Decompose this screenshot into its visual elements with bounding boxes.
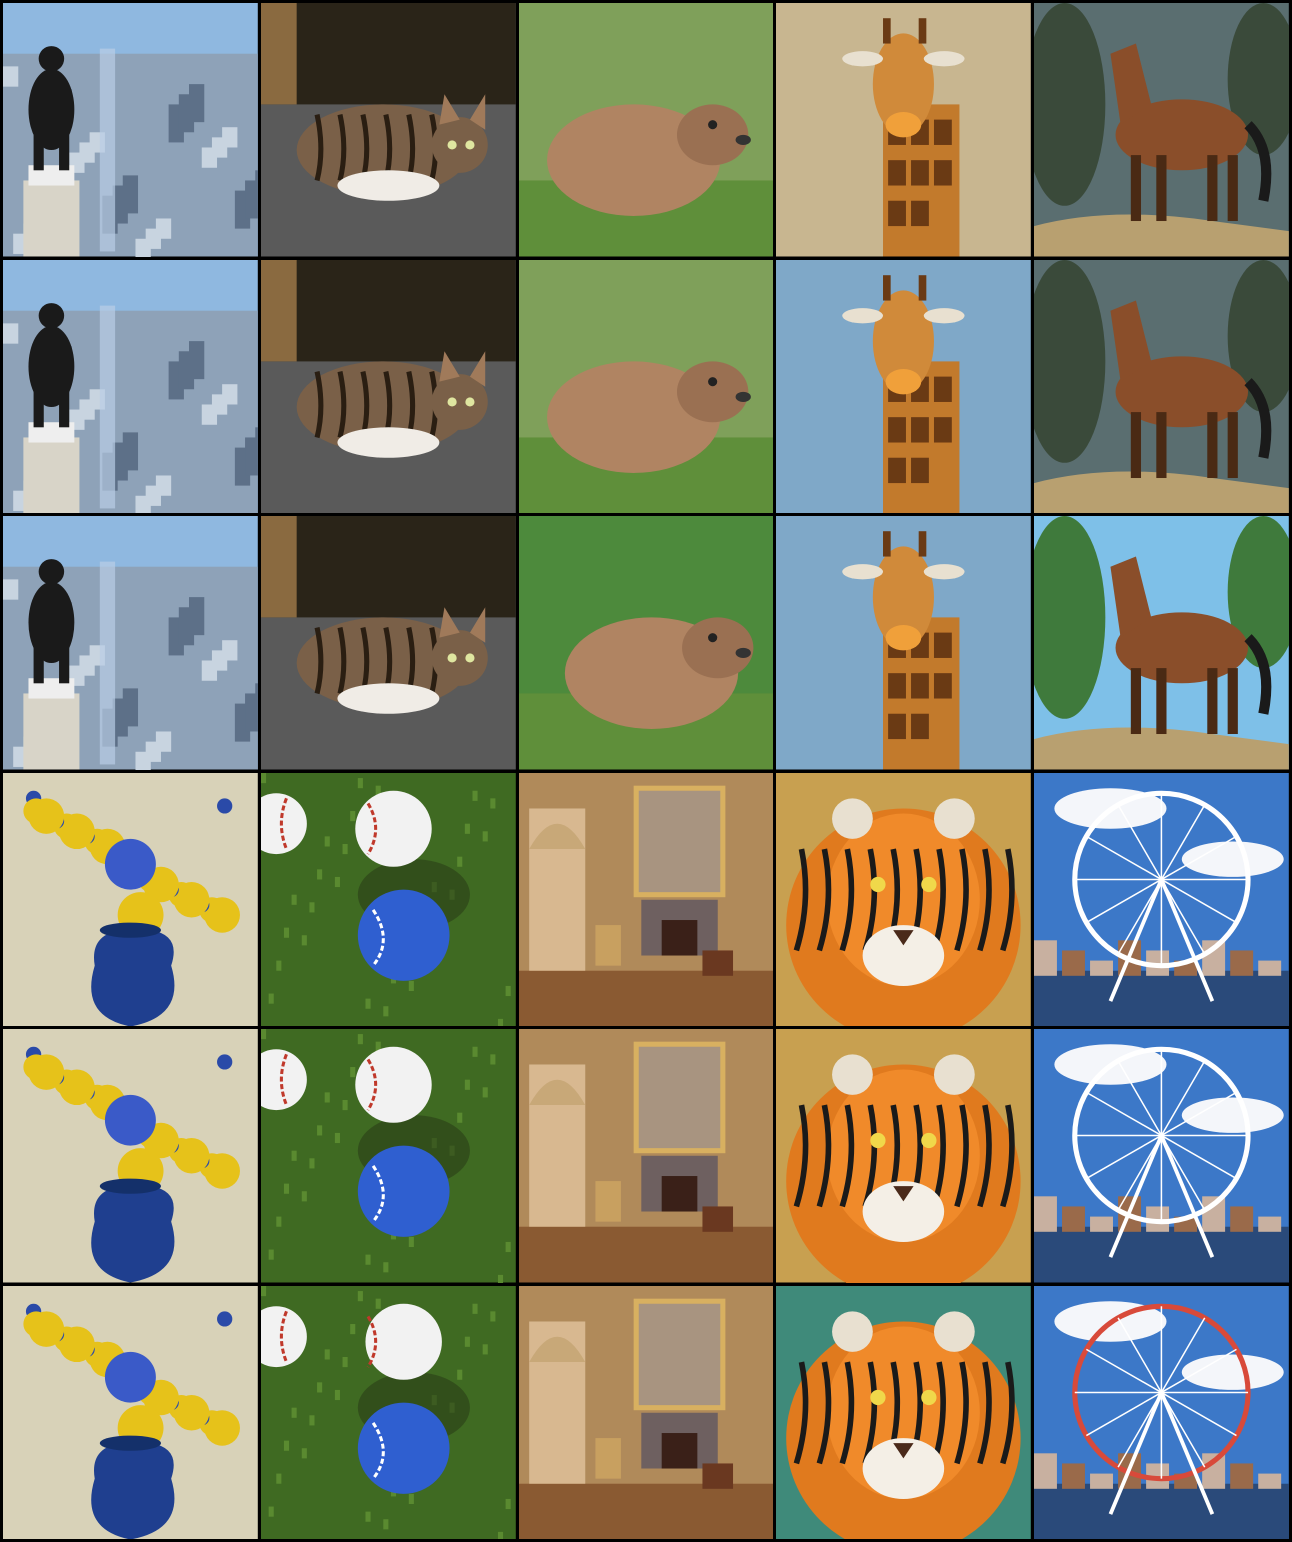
flowers-in-blue-vase-picture <box>3 1285 258 1539</box>
tiger-picture <box>776 1285 1032 1539</box>
giraffe-picture <box>776 3 1032 257</box>
horse-on-rock-picture <box>1034 259 1289 513</box>
flowers-in-blue-vase-picture <box>3 772 258 1026</box>
gorilla-on-skyscraper-picture <box>3 3 258 257</box>
tabby-cat-image <box>260 3 516 257</box>
capybara-image <box>518 516 774 770</box>
tabby-cat-image <box>260 516 516 770</box>
ferris-wheel-picture <box>1034 1285 1289 1539</box>
ornate-room-image <box>518 772 774 1026</box>
ornate-room-image <box>518 1029 774 1283</box>
horse-on-rock-picture <box>1034 516 1289 770</box>
horse-on-rock-image <box>1034 3 1289 257</box>
ornate-room-picture <box>518 1029 774 1283</box>
baseballs-on-grass-picture <box>260 1029 516 1283</box>
giraffe-picture <box>776 516 1032 770</box>
horse-on-rock-picture <box>1034 3 1289 257</box>
gorilla-on-skyscraper-image <box>3 259 258 513</box>
baseballs-on-grass-image <box>260 1029 516 1283</box>
gorilla-on-skyscraper-image <box>3 516 258 770</box>
tiger-image <box>776 1285 1032 1539</box>
tiger-picture <box>776 1029 1032 1283</box>
giraffe-picture <box>776 259 1032 513</box>
gorilla-on-skyscraper-image <box>3 3 258 257</box>
giraffe-image <box>776 259 1032 513</box>
ornate-room-picture <box>518 1285 774 1539</box>
horse-on-rock-image <box>1034 516 1289 770</box>
tiger-image <box>776 1029 1032 1283</box>
capybara-picture <box>518 516 774 770</box>
capybara-picture <box>518 3 774 257</box>
baseballs-on-grass-image <box>260 1285 516 1539</box>
baseballs-on-grass-image <box>260 772 516 1026</box>
flowers-in-blue-vase-image <box>3 1029 258 1283</box>
flowers-in-blue-vase-picture <box>3 1029 258 1283</box>
giraffe-image <box>776 3 1032 257</box>
ferris-wheel-image <box>1034 1029 1289 1283</box>
ferris-wheel-image <box>1034 772 1289 1026</box>
baseballs-on-grass-picture <box>260 772 516 1026</box>
ferris-wheel-image <box>1034 1285 1289 1539</box>
tabby-cat-picture <box>260 259 516 513</box>
ferris-wheel-picture <box>1034 1029 1289 1283</box>
flowers-in-blue-vase-image <box>3 1285 258 1539</box>
capybara-image <box>518 3 774 257</box>
horse-on-rock-image <box>1034 259 1289 513</box>
ornate-room-picture <box>518 772 774 1026</box>
tabby-cat-picture <box>260 3 516 257</box>
ferris-wheel-picture <box>1034 772 1289 1026</box>
tabby-cat-picture <box>260 516 516 770</box>
gorilla-on-skyscraper-picture <box>3 259 258 513</box>
tabby-cat-image <box>260 259 516 513</box>
capybara-picture <box>518 259 774 513</box>
baseballs-on-grass-picture <box>260 1285 516 1539</box>
tiger-picture <box>776 772 1032 1026</box>
flowers-in-blue-vase-image <box>3 772 258 1026</box>
capybara-image <box>518 259 774 513</box>
ornate-room-image <box>518 1285 774 1539</box>
tiger-image <box>776 772 1032 1026</box>
gorilla-on-skyscraper-picture <box>3 516 258 770</box>
giraffe-image <box>776 516 1032 770</box>
image-grid <box>0 0 1292 1542</box>
